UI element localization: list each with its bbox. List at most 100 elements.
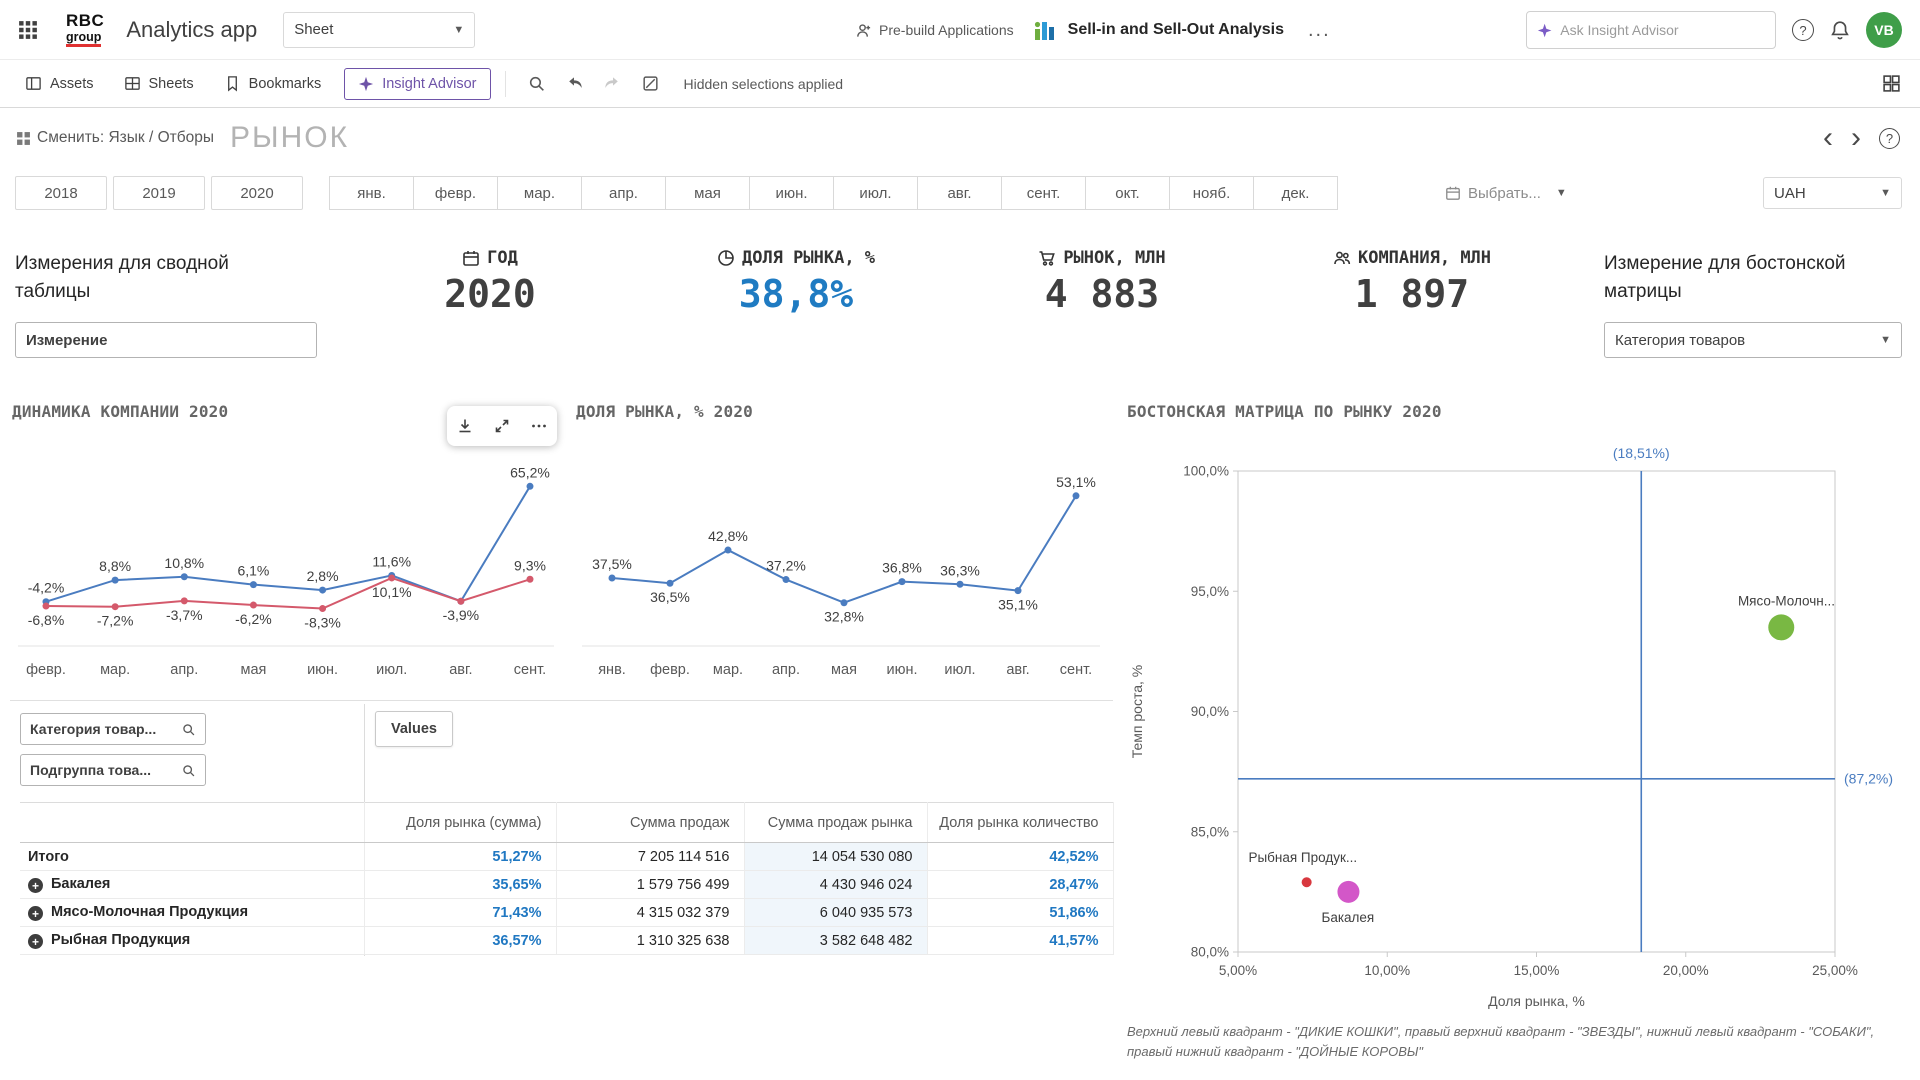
year-button-2018[interactable]: 2018 bbox=[15, 176, 107, 210]
table-row: +Мясо-Молочная Продукция71,43%4 315 032 … bbox=[20, 899, 1113, 927]
small-grid-icon[interactable] bbox=[16, 131, 31, 146]
values-chip[interactable]: Values bbox=[375, 711, 453, 747]
boston-matrix-chart[interactable]: 100,0%95,0%90,0%85,0%80,0%5,00%10,00%15,… bbox=[1128, 438, 1913, 1023]
chevron-down-icon: ▼ bbox=[1880, 334, 1891, 346]
month-button-4[interactable]: апр. bbox=[581, 176, 666, 210]
sheet-grid-button[interactable] bbox=[1874, 67, 1908, 101]
sheet-selector-value: Sheet bbox=[294, 21, 333, 38]
svg-text:36,3%: 36,3% bbox=[940, 562, 980, 578]
pivot-table: Доля рынка (сумма) Сумма продаж Сумма пр… bbox=[20, 802, 1114, 955]
row-label[interactable]: +Рыбная Продукция bbox=[20, 927, 364, 955]
month-button-9[interactable]: сент. bbox=[1001, 176, 1086, 210]
expand-button[interactable] bbox=[489, 413, 515, 439]
svg-text:2,8%: 2,8% bbox=[307, 568, 339, 584]
column-header[interactable]: Доля рынка (сумма) bbox=[364, 803, 556, 843]
bubble-point[interactable] bbox=[1768, 614, 1794, 640]
date-picker-button[interactable]: Выбрать... ▼ bbox=[1445, 176, 1567, 210]
svg-text:90,0%: 90,0% bbox=[1191, 704, 1229, 719]
svg-text:сент.: сент. bbox=[514, 662, 546, 678]
rbc-logo[interactable]: RBC group bbox=[66, 12, 104, 48]
svg-text:65,2%: 65,2% bbox=[510, 464, 550, 480]
month-button-12[interactable]: дек. bbox=[1253, 176, 1338, 210]
search-icon bbox=[181, 722, 196, 737]
more-options-button[interactable]: ... bbox=[1302, 19, 1337, 42]
help-icon[interactable]: ? bbox=[1792, 19, 1814, 41]
step-forward-button[interactable] bbox=[596, 67, 630, 101]
month-button-6[interactable]: июн. bbox=[749, 176, 834, 210]
month-button-8[interactable]: авг. bbox=[917, 176, 1002, 210]
kpi-year-label: ГОД bbox=[487, 248, 518, 268]
selections-tool-button[interactable] bbox=[520, 67, 554, 101]
bell-icon[interactable] bbox=[1830, 20, 1850, 40]
svg-text:февр.: февр. bbox=[26, 662, 66, 678]
svg-text:95,0%: 95,0% bbox=[1191, 584, 1229, 599]
download-icon bbox=[456, 417, 474, 435]
kpi-market: РЫНОК, МЛН 4 883 bbox=[992, 248, 1212, 316]
month-button-7[interactable]: июл. bbox=[833, 176, 918, 210]
chevron-right-icon[interactable]: › bbox=[1851, 123, 1861, 153]
insight-advisor-search[interactable] bbox=[1526, 11, 1776, 49]
row-label[interactable]: +Мясо-Молочная Продукция bbox=[20, 899, 364, 927]
table-row: +Бакалея35,65%1 579 756 4994 430 946 024… bbox=[20, 871, 1113, 899]
column-header[interactable]: Доля рынка количество bbox=[927, 803, 1113, 843]
expand-icon[interactable]: + bbox=[28, 906, 43, 921]
sheets-button[interactable]: Sheets bbox=[111, 68, 207, 99]
assets-icon bbox=[25, 75, 42, 92]
insight-advisor-button[interactable]: Insight Advisor bbox=[344, 68, 490, 100]
avatar[interactable]: VB bbox=[1866, 12, 1902, 48]
market-share-chart[interactable]: 37,5%36,5%42,8%37,2%32,8%36,8%36,3%35,1%… bbox=[576, 424, 1106, 696]
svg-text:апр.: апр. bbox=[170, 662, 198, 678]
download-button[interactable] bbox=[452, 413, 478, 439]
month-button-1[interactable]: янв. bbox=[329, 176, 414, 210]
filter-category[interactable]: Категория товар... bbox=[20, 713, 206, 745]
currency-selector[interactable]: UAH ▼ bbox=[1763, 177, 1902, 209]
month-button-5[interactable]: мая bbox=[665, 176, 750, 210]
switch-language-link[interactable]: Сменить: Язык / Отборы bbox=[37, 129, 214, 147]
app-grid-icon[interactable] bbox=[18, 20, 38, 40]
bookmarks-button[interactable]: Bookmarks bbox=[211, 68, 335, 99]
search-input[interactable] bbox=[1560, 22, 1765, 38]
charts-separator bbox=[10, 700, 1113, 701]
table-cell: 51,86% bbox=[927, 899, 1113, 927]
bubble-point[interactable] bbox=[1302, 877, 1312, 887]
svg-text:Доля рынка, %: Доля рынка, % bbox=[1488, 993, 1585, 1009]
kpi-company-value: 1 897 bbox=[1292, 272, 1532, 316]
svg-text:мар.: мар. bbox=[713, 662, 743, 678]
filter-subgroup[interactable]: Подгруппа това... bbox=[20, 754, 206, 786]
sheet-selector[interactable]: Sheet ▼ bbox=[283, 12, 475, 48]
month-button-2[interactable]: февр. bbox=[413, 176, 498, 210]
row-label[interactable]: Итого bbox=[20, 843, 364, 871]
expand-icon[interactable]: + bbox=[28, 934, 43, 949]
month-button-11[interactable]: нояб. bbox=[1169, 176, 1254, 210]
prebuild-applications-link[interactable]: Pre-build Applications bbox=[855, 22, 1014, 39]
sheet-navigation: ‹ › ? bbox=[1823, 123, 1900, 153]
svg-text:5,00%: 5,00% bbox=[1219, 963, 1257, 978]
svg-text:37,5%: 37,5% bbox=[592, 556, 632, 572]
date-picker-label: Выбрать... bbox=[1468, 185, 1541, 202]
column-header[interactable]: Сумма продаж рынка bbox=[744, 803, 927, 843]
pivot-dimension-listbox[interactable]: Измерение bbox=[15, 322, 317, 358]
dynamics-chart[interactable]: -4,2%8,8%10,8%6,1%2,8%11,6%-3,9%65,2%-6,… bbox=[12, 424, 560, 696]
step-back-button[interactable] bbox=[558, 67, 592, 101]
year-button-2020[interactable]: 2020 bbox=[211, 176, 303, 210]
cart-icon bbox=[1038, 249, 1056, 267]
table-cell: 42,52% bbox=[927, 843, 1113, 871]
bubble-point[interactable] bbox=[1337, 881, 1359, 903]
table-cell: 6 040 935 573 bbox=[744, 899, 927, 927]
boston-dimension-select[interactable]: Категория товаров ▼ bbox=[1604, 322, 1902, 358]
assets-button[interactable]: Assets bbox=[12, 68, 107, 99]
month-button-3[interactable]: мар. bbox=[497, 176, 582, 210]
year-filter-group: 201820192020 bbox=[15, 176, 303, 210]
chevron-left-icon[interactable]: ‹ bbox=[1823, 123, 1833, 153]
sheet-help-icon[interactable]: ? bbox=[1879, 128, 1900, 149]
expand-icon[interactable]: + bbox=[28, 878, 43, 893]
row-label[interactable]: +Бакалея bbox=[20, 871, 364, 899]
chart-more-button[interactable] bbox=[526, 413, 552, 439]
column-header[interactable]: Сумма продаж bbox=[556, 803, 744, 843]
market-share-chart-title: ДОЛЯ РЫНКА, % 2020 bbox=[576, 402, 753, 421]
year-button-2019[interactable]: 2019 bbox=[113, 176, 205, 210]
clear-selections-button[interactable] bbox=[634, 67, 668, 101]
svg-text:35,1%: 35,1% bbox=[998, 597, 1038, 613]
boston-chart-title: БОСТОНСКАЯ МАТРИЦА ПО РЫНКУ 2020 bbox=[1127, 402, 1442, 421]
month-button-10[interactable]: окт. bbox=[1085, 176, 1170, 210]
